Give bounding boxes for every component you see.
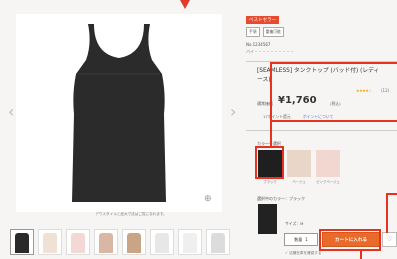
tank-top-white-icon [183,233,197,253]
divider [246,130,397,131]
main-product-image[interactable] [16,14,222,212]
annotation-line [386,193,388,233]
annotation-box-title [270,62,397,122]
thumbnail-tank-top-fabric[interactable] [122,229,146,255]
tank-top-side-icon [99,233,113,253]
color-swatch-beige[interactable]: ベージュ [287,150,311,184]
swatch-label: ピンクベージュ [316,180,340,184]
tag-list: 手頃 重複可能 [246,27,284,37]
thumbnail-tank-top-black[interactable] [10,229,34,255]
selected-color-label: 選択中のカラー：ブラック [257,196,305,201]
annotation-line [270,122,272,146]
swatch-label: ベージュ [292,180,306,184]
tank-top-lay-icon [211,233,225,253]
color-swatch-pink[interactable]: ピンクベージュ [316,150,340,184]
thumbnail-strip [10,229,240,259]
selected-swatch [258,204,277,234]
bestseller-badge: ベストセラー [246,16,280,24]
thumbnail-tank-top-side[interactable] [94,229,118,255]
quantity-label: 数量 [294,236,303,242]
thumbnail-tank-top-lay[interactable] [206,229,230,255]
annotation-box-cart [319,229,381,251]
tank-top-black-icon [15,233,29,253]
zoom-icon[interactable]: ⊕ [204,194,212,204]
tank-top-detail-icon [155,233,169,253]
favorite-heart-icon[interactable]: ♡ [382,232,397,247]
tank-top-image [72,24,166,202]
quantity-value: 1 [305,237,308,242]
quantity-select[interactable]: 数量 1 [284,233,318,246]
annotation-box-swatch [255,146,284,179]
product-code: No.1234567 [246,42,271,47]
tank-top-fabric-icon [127,233,141,253]
tank-top-pink-icon [71,233,85,253]
tag-item: 手頃 [246,27,260,37]
swatch-label: ブラック [263,180,277,184]
next-image-arrow-icon[interactable]: › [230,104,236,120]
annotation-arrow [180,0,190,9]
annotation-line [360,251,362,259]
thumbnail-tank-top-detail[interactable] [150,229,174,255]
thumbnail-tank-top-pink[interactable] [66,229,90,255]
product-sub: バイ・・・・・・・・・・ [246,49,294,54]
tank-top-beige-icon [43,233,57,253]
prev-image-arrow-icon[interactable]: ‹ [8,104,14,120]
store-stock-link[interactable]: ✓ 店舗在庫を確認する [285,251,322,256]
image-caption: アウスタイルと品大寸法はご覧になれます。 [95,212,167,216]
size-label: サイズ：M [285,221,304,226]
tag-item: 重複可能 [262,27,284,37]
thumbnail-tank-top-white[interactable] [178,229,202,255]
thumbnail-tank-top-beige[interactable] [38,229,62,255]
